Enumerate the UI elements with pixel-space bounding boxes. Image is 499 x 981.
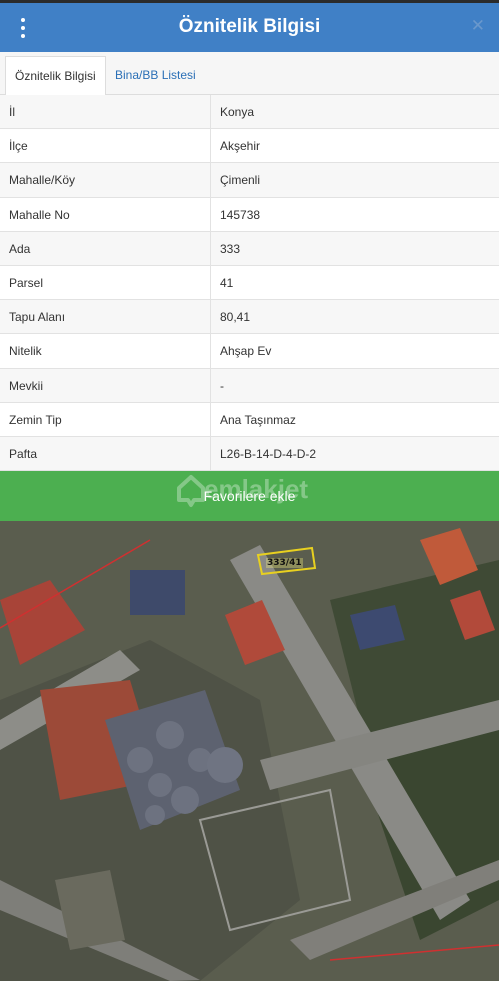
table-row: Parsel 41: [0, 265, 499, 301]
attribute-value: Çimenli: [220, 173, 261, 188]
attribute-key: İlçe: [0, 129, 211, 163]
attribute-key: İl: [0, 95, 211, 129]
attribute-value: 41: [220, 275, 234, 290]
attribute-key: Pafta: [0, 436, 211, 471]
page-title: Öznitelik Bilgisi: [178, 16, 321, 37]
table-row: Mahalle No 145738: [0, 197, 499, 232]
table-row: Mevkii -: [0, 368, 499, 403]
table-row: İl Konya: [0, 95, 499, 130]
attribute-value: 333: [220, 241, 241, 256]
table-row: Zemin Tip Ana Taşınmaz: [0, 402, 499, 437]
tab-building-list[interactable]: Bina/BB Listesi: [106, 56, 205, 95]
table-row: Tapu Alanı 80,41: [0, 300, 499, 335]
attribute-value: Ana Taşınmaz: [220, 412, 296, 427]
attribute-key: Tapu Alanı: [0, 300, 211, 334]
attribute-key: Nitelik: [0, 334, 211, 368]
attribute-key: Ada: [0, 231, 211, 265]
attribute-key: Mahalle No: [0, 197, 211, 231]
attribute-value: 145738: [220, 207, 261, 222]
attribute-value: 80,41: [220, 310, 251, 325]
attribute-value: Akşehir: [220, 139, 261, 154]
attribute-key: Zemin Tip: [0, 402, 211, 436]
attribute-panel: Öznitelik Bilgisi ✕ Öznitelik Bilgisi Bi…: [0, 0, 499, 521]
add-to-favorites-button[interactable]: Favorilere ekle: [0, 471, 499, 521]
add-to-favorites-label: Favorilere ekle: [203, 488, 296, 504]
tab-attribute-info[interactable]: Öznitelik Bilgisi: [5, 56, 106, 96]
table-row: Ada 333: [0, 231, 499, 266]
panel-header: Öznitelik Bilgisi ✕: [0, 0, 499, 52]
tab-bar: Öznitelik Bilgisi Bina/BB Listesi: [0, 52, 499, 96]
attribute-key: Mevkii: [0, 368, 211, 402]
attribute-table: İl Konya İlçe Akşehir Mahalle/Köy Çimenl…: [0, 95, 499, 472]
table-row: Nitelik Ahşap Ev: [0, 334, 499, 369]
attribute-value: L26-B-14-D-4-D-2: [220, 446, 317, 461]
attribute-value: -: [220, 378, 224, 393]
attribute-key: Mahalle/Köy: [0, 163, 211, 197]
attribute-value: Konya: [220, 105, 255, 119]
table-row: Mahalle/Köy Çimenli: [0, 163, 499, 198]
parcel-label: 333/41: [266, 558, 303, 568]
table-row: İlçe Akşehir: [0, 129, 499, 164]
close-icon[interactable]: ✕: [471, 16, 485, 36]
attribute-key: Parsel: [0, 265, 211, 300]
table-row: Pafta L26-B-14-D-4-D-2: [0, 436, 499, 472]
attribute-value: Ahşap Ev: [220, 344, 272, 359]
